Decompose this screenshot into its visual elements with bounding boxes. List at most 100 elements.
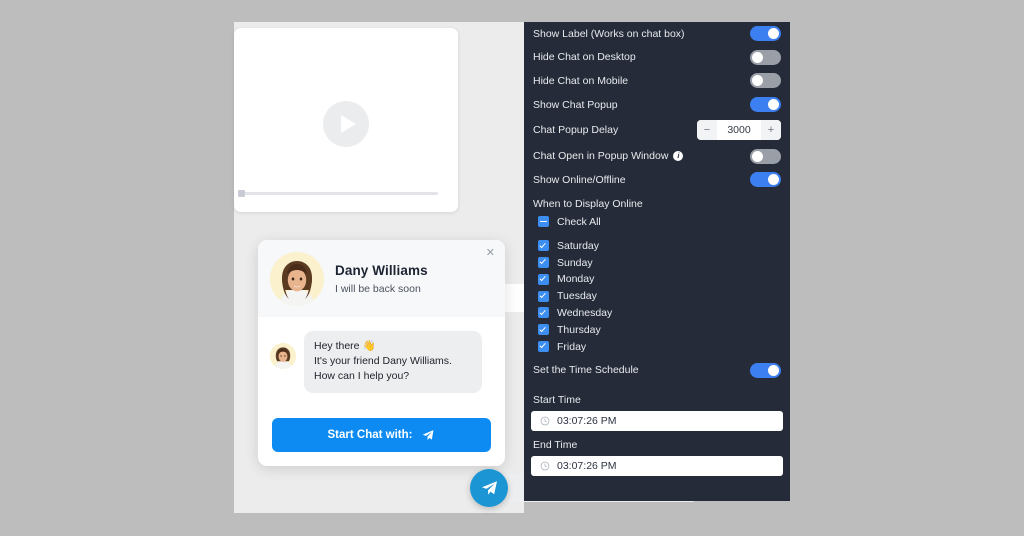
thursday-checkbox[interactable] [538, 324, 549, 336]
end-time-label: End Time [533, 438, 578, 451]
checkbox-label: Tuesday [557, 290, 597, 303]
chat-popup-delay-stepper[interactable]: − 3000 + [697, 120, 781, 141]
setting-show-label[interactable]: Show Label (Works on chat box) [531, 22, 783, 46]
chat-message-area: Hey there 👋 It's your friend Dany Willia… [258, 317, 505, 393]
info-icon[interactable]: i [673, 151, 684, 162]
close-icon[interactable]: ✕ [486, 248, 495, 259]
chat-message-bubble: Hey there 👋 It's your friend Dany Willia… [304, 331, 482, 393]
friday-checkbox[interactable] [538, 341, 549, 353]
setting-label: Set the Time Schedule [533, 364, 639, 377]
end-time-input[interactable]: 03:07:26 PM [531, 455, 783, 476]
avatar [270, 251, 324, 306]
avatar-photo [270, 251, 324, 306]
setting-show-online-offline[interactable]: Show Online/Offline [531, 168, 783, 192]
play-icon[interactable] [323, 100, 369, 147]
setting-hide-chat-mobile[interactable]: Hide Chat on Mobile [531, 69, 783, 93]
check-mark [539, 325, 547, 333]
setting-show-chat-popup[interactable]: Show Chat Popup [531, 93, 783, 117]
toggle-knob [768, 28, 779, 40]
check-mark [539, 308, 547, 316]
telegram-plane-icon [423, 429, 434, 440]
play-triangle [340, 114, 356, 133]
message-line-2: It's your friend Dany Williams. How can … [314, 355, 452, 383]
checkbox-row-monday[interactable]: Monday [531, 271, 783, 288]
hide-chat-mobile-toggle[interactable] [750, 73, 781, 89]
setting-hide-chat-desktop[interactable]: Hide Chat on Desktop [531, 46, 783, 70]
setting-label: Show Chat Popup [533, 98, 618, 111]
checkbox-label: Thursday [557, 323, 601, 336]
sunday-checkbox[interactable] [538, 257, 549, 269]
video-placeholder-card[interactable] [234, 28, 458, 212]
setting-label: Hide Chat on Desktop [533, 51, 636, 64]
video-progress-bar[interactable] [238, 190, 438, 197]
checkbox-row-friday[interactable]: Friday [531, 338, 783, 355]
check-mark [539, 342, 547, 349]
checkbox-row-wednesday[interactable]: Wednesday [531, 305, 783, 322]
chat-open-popup-window-toggle[interactable] [750, 148, 781, 164]
wednesday-checkbox[interactable] [538, 307, 549, 319]
show-online-offline-toggle[interactable] [750, 172, 781, 188]
increment-button[interactable]: + [761, 120, 781, 141]
check-mark [539, 258, 547, 265]
agent-name: Dany Williams [335, 262, 428, 278]
agent-status: I will be back soon [335, 282, 421, 295]
toggle-knob [752, 150, 763, 162]
setting-chat-popup-delay: Chat Popup Delay − 3000 + [531, 116, 783, 144]
chat-popup-card: Dany Williams I will be back soon ✕ Hey … [258, 240, 505, 466]
check-all-checkbox[interactable] [538, 216, 549, 228]
end-time-value: 03:07:26 PM [557, 459, 617, 472]
setting-label: Chat Popup Delay [533, 124, 619, 137]
setting-chat-open-popup-window[interactable]: Chat Open in Popup Window i [531, 144, 783, 168]
message-line-1: Hey there 👋 [314, 340, 376, 352]
checkbox-row-sunday[interactable]: Sunday [531, 254, 783, 271]
checkbox-label: Friday [557, 340, 587, 353]
check-mark [539, 274, 547, 282]
check-mark [539, 241, 547, 249]
message-avatar [270, 343, 296, 369]
clock-icon [540, 416, 550, 426]
settings-panel: Show Label (Works on chat box) Hide Chat… [524, 22, 790, 501]
checkbox-label: Sunday [557, 256, 593, 269]
checkbox-label: Monday [557, 273, 595, 286]
saturday-checkbox[interactable] [538, 240, 549, 252]
setting-time-schedule[interactable]: Set the Time Schedule [531, 355, 783, 386]
setting-label: Show Online/Offline [533, 173, 626, 186]
delay-value[interactable]: 3000 [717, 124, 761, 136]
chat-card-header: Dany Williams I will be back soon ✕ [258, 240, 505, 317]
indeterminate-mark [540, 220, 547, 223]
toggle-knob [752, 51, 763, 63]
toggle-knob [768, 99, 779, 111]
telegram-fab-button[interactable] [470, 469, 508, 507]
checkbox-row-check-all[interactable]: Check All [531, 214, 783, 231]
check-mark [539, 291, 547, 299]
checkbox-row-thursday[interactable]: Thursday [531, 321, 783, 338]
setting-label: Hide Chat on Mobile [533, 74, 629, 87]
checkbox-row-saturday[interactable]: Saturday [531, 237, 783, 254]
hide-chat-desktop-toggle[interactable] [750, 49, 781, 65]
start-time-input[interactable]: 03:07:26 PM [531, 410, 783, 431]
video-progress-handle[interactable] [238, 190, 245, 197]
toggle-knob [768, 174, 779, 186]
toggle-knob [752, 75, 763, 87]
show-label-toggle[interactable] [750, 26, 781, 42]
toggle-knob [768, 364, 779, 376]
clock-icon [540, 461, 550, 471]
monday-checkbox[interactable] [538, 273, 549, 285]
setting-label-text: Chat Open in Popup Window [533, 150, 669, 163]
start-chat-button[interactable]: Start Chat with: [272, 418, 491, 452]
tuesday-checkbox[interactable] [538, 290, 549, 302]
start-time-value: 03:07:26 PM [557, 414, 617, 427]
setting-label: Show Label (Works on chat box) [533, 27, 685, 40]
when-to-display-online-label: When to Display Online [533, 197, 643, 210]
time-schedule-toggle[interactable] [750, 362, 781, 378]
decrement-button[interactable]: − [697, 120, 717, 141]
screen: Dany Williams I will be back soon ✕ Hey … [0, 0, 1024, 536]
checkbox-label: Wednesday [557, 306, 613, 319]
checkbox-row-tuesday[interactable]: Tuesday [531, 288, 783, 305]
telegram-plane-icon [481, 481, 497, 495]
show-chat-popup-toggle[interactable] [750, 97, 781, 113]
message-avatar-photo [270, 343, 296, 369]
agent-info: Dany Williams I will be back soon [335, 263, 428, 295]
start-chat-label: Start Chat with: [327, 429, 413, 441]
setting-label: Chat Open in Popup Window i [533, 150, 684, 163]
